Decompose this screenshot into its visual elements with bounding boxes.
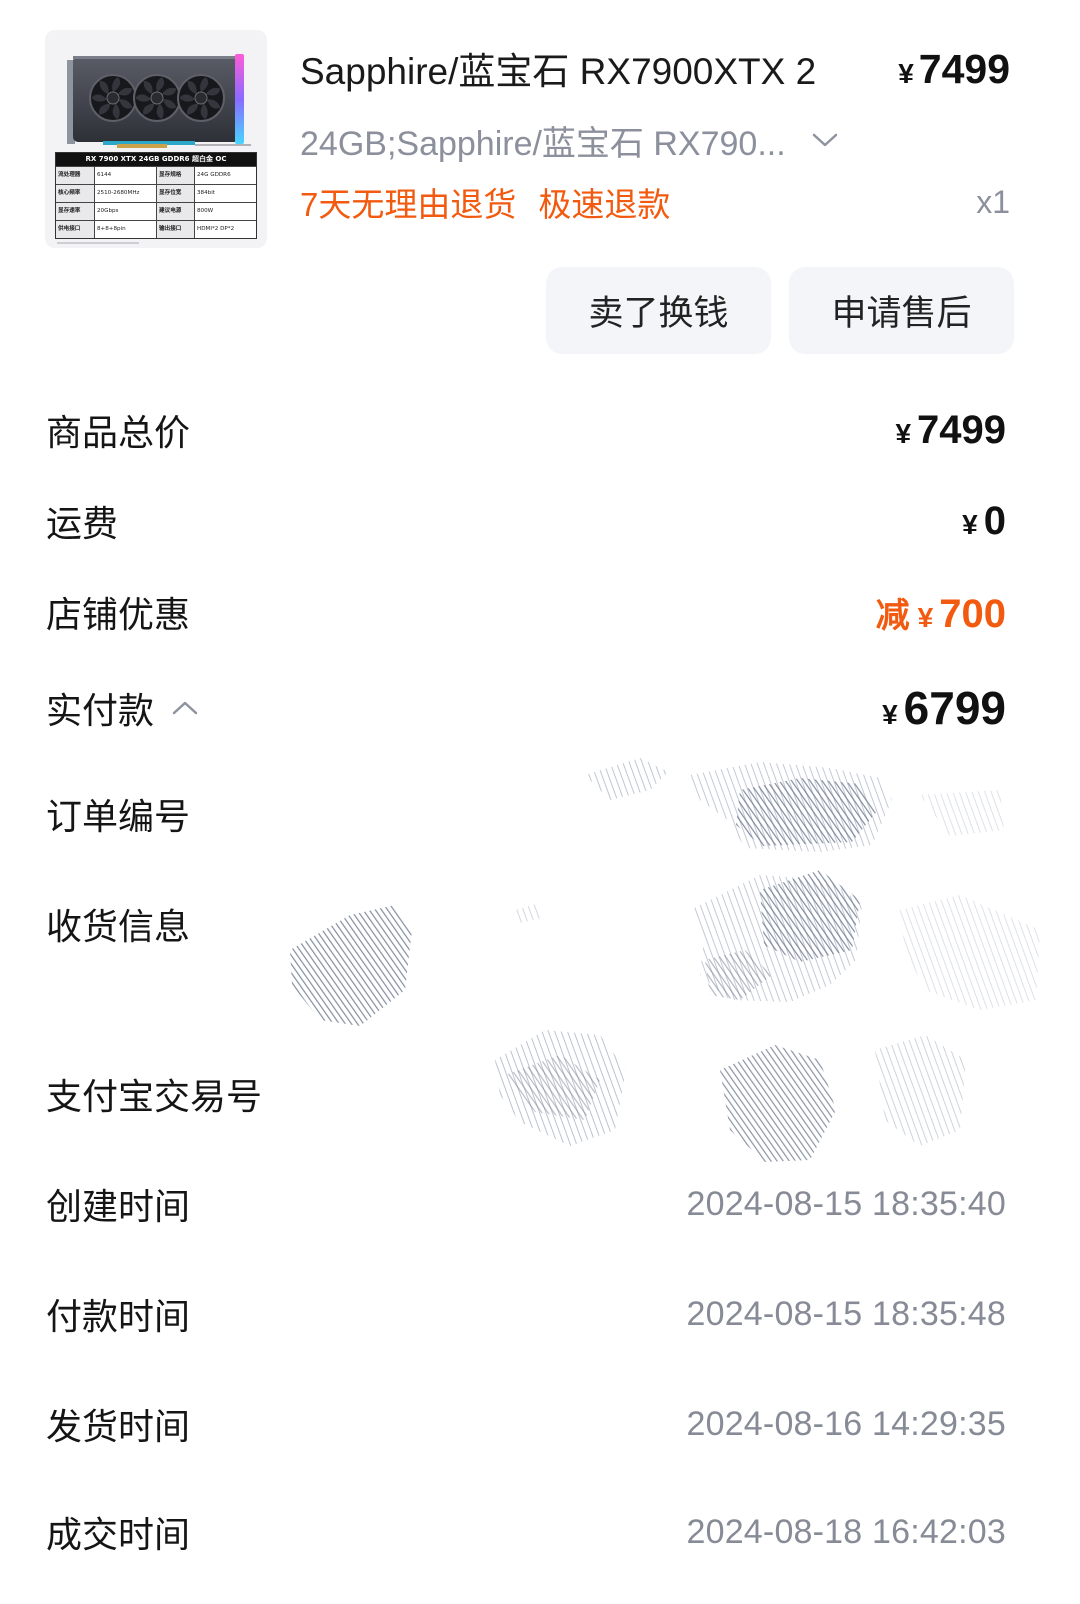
info-row-shipped-time: 发货时间 2024-08-16 14:29:35 <box>46 1394 1006 1454</box>
spec-table-header: RX 7900 XTX 24GB GDDR6 超白金 OC <box>56 153 256 166</box>
graphics-card-illustration <box>67 54 244 148</box>
info-label: 付款时间 <box>46 1296 191 1337</box>
info-label: 收货信息 <box>46 906 191 947</box>
spec-value: 8+8+8pin <box>94 221 156 238</box>
currency-symbol: ¥ <box>895 417 912 449</box>
info-label: 创建时间 <box>46 1186 191 1227</box>
spec-row: 核心频率 2510-2680MHz 显存位宽 384bit <box>56 184 256 202</box>
fan-icon <box>133 74 181 122</box>
summary-row-shipping: 运费 ¥0 <box>46 491 1006 551</box>
product-price: ¥7499 <box>898 46 1010 98</box>
product-image[interactable]: RX 7900 XTX 24GB GDDR6 超白金 OC 流处理器 6144 … <box>45 30 267 248</box>
rgb-light-strip <box>235 54 244 144</box>
fan-icon <box>177 74 225 122</box>
info-row-shipping-address: 收货信息 <box>46 894 1006 954</box>
spec-value: 800W <box>194 203 256 220</box>
spec-label: 流处理器 <box>56 167 94 184</box>
service-tag: 极速退款 <box>538 186 671 223</box>
quantity: x1 <box>976 184 1010 220</box>
pcie-connector <box>117 144 167 148</box>
chevron-up-icon <box>172 701 198 715</box>
fan-icon <box>89 74 137 122</box>
summary-label: 店铺优惠 <box>46 594 191 635</box>
amount: 7499 <box>917 407 1006 452</box>
summary-row-paid: 实付款 ¥6799 <box>46 678 1006 738</box>
spec-label: 显存位宽 <box>156 185 194 202</box>
discount-prefix: 减 <box>875 596 910 635</box>
summary-label: 运费 <box>46 503 119 544</box>
spec-value: HDMI*2 DP*2 <box>194 221 256 238</box>
store-discount-value: 减 ¥700 <box>876 588 1006 637</box>
spec-row: 流处理器 6144 显存规格 24G GDDR6 <box>56 166 256 184</box>
spec-table: RX 7900 XTX 24GB GDDR6 超白金 OC 流处理器 6144 … <box>55 152 257 239</box>
spec-value: 2510-2680MHz <box>94 185 156 202</box>
after-sale-button[interactable]: 申请售后 <box>789 267 1014 354</box>
spec-label: 显存规格 <box>156 167 194 184</box>
sku-selector[interactable]: 24GB;Sapphire/蓝宝石 RX790... <box>300 116 838 164</box>
spec-value: 6144 <box>94 167 156 184</box>
summary-row-total: 商品总价 ¥7499 <box>46 400 1006 460</box>
info-row-alipay-transaction: 支付宝交易号 <box>46 1064 1006 1124</box>
chevron-down-icon <box>812 133 837 147</box>
amount: 700 <box>939 591 1006 636</box>
shipping-fee-value: ¥0 <box>962 499 1006 544</box>
paid-amount-value: ¥6799 <box>882 681 1006 735</box>
gpu-top-edge <box>73 56 239 59</box>
service-tags: 7天无理由退货 极速退款 <box>300 180 692 224</box>
spec-value: 20Gbps <box>94 203 156 220</box>
info-row-created-time: 创建时间 2024-08-15 18:35:40 <box>46 1174 1006 1234</box>
spec-row: 显存速率 20Gbps 建议电源 800W <box>56 202 256 220</box>
info-label: 支付宝交易号 <box>46 1076 263 1117</box>
info-label: 订单编号 <box>46 796 191 837</box>
info-value: 2024-08-15 18:35:48 <box>686 1294 1006 1333</box>
info-value: 2024-08-18 16:42:03 <box>686 1512 1006 1551</box>
spec-value: 384bit <box>194 185 256 202</box>
summary-label: 商品总价 <box>46 412 191 453</box>
info-label: 成交时间 <box>46 1514 191 1555</box>
spec-label: 输出接口 <box>156 221 194 238</box>
price-amount: 7499 <box>918 46 1010 92</box>
currency-symbol: ¥ <box>962 508 978 540</box>
product-title[interactable]: Sapphire/蓝宝石 RX7900XTX 2 <box>300 48 816 96</box>
summary-label: 实付款 <box>46 690 155 731</box>
service-tag: 7天无理由退货 <box>300 186 517 223</box>
spec-label: 显存速率 <box>56 203 94 220</box>
resell-button[interactable]: 卖了换钱 <box>546 267 771 354</box>
spec-row: 供电接口 8+8+8pin 输出接口 HDMI*2 DP*2 <box>56 220 256 238</box>
amount: 6799 <box>903 682 1006 734</box>
info-label: 发货时间 <box>46 1406 191 1447</box>
currency-symbol: ¥ <box>882 699 898 730</box>
spec-label: 建议电源 <box>156 203 194 220</box>
spec-label: 核心频率 <box>56 185 94 202</box>
info-value: 2024-08-15 18:35:40 <box>686 1184 1006 1223</box>
paid-toggle[interactable]: 实付款 <box>46 682 198 734</box>
image-footnote <box>57 242 139 244</box>
amount: 0 <box>983 498 1006 543</box>
currency-symbol: ¥ <box>917 601 934 633</box>
summary-row-discount: 店铺优惠 减 ¥700 <box>46 582 1006 642</box>
info-value: 2024-08-16 14:29:35 <box>686 1404 1006 1443</box>
info-row-order-number: 订单编号 <box>46 784 1006 844</box>
currency-symbol: ¥ <box>898 58 914 89</box>
spec-label: 供电接口 <box>56 221 94 238</box>
info-row-completed-time: 成交时间 2024-08-18 16:42:03 <box>46 1502 1006 1562</box>
info-row-paid-time: 付款时间 2024-08-15 18:35:48 <box>46 1284 1006 1344</box>
total-price-value: ¥7499 <box>895 408 1006 453</box>
dimension-note <box>195 144 251 146</box>
sku-text: 24GB;Sapphire/蓝宝石 RX790... <box>300 124 786 163</box>
spec-value: 24G GDDR6 <box>194 167 256 184</box>
